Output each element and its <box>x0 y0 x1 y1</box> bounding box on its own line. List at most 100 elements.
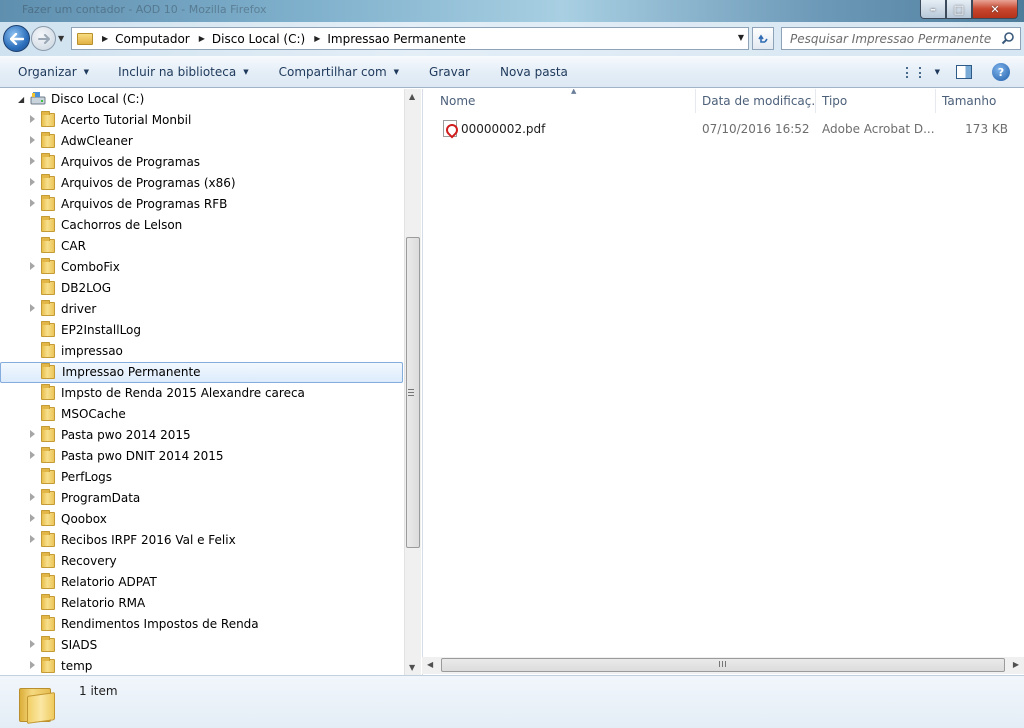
refresh-button[interactable] <box>752 27 774 50</box>
tree-item[interactable]: CAR <box>0 236 403 257</box>
title-bar: Fazer um contador - AOD 10 - Mozilla Fir… <box>0 0 1024 22</box>
tree-item-label: DB2LOG <box>61 281 112 295</box>
breadcrumb: ▶ Computador ▶ Disco Local (C:) ▶ Impres… <box>93 32 466 46</box>
share-with-button[interactable]: Compartilhar com ▼ <box>271 60 407 84</box>
maximize-button[interactable]: □ <box>946 0 972 19</box>
expand-icon[interactable] <box>30 451 35 459</box>
navigation-pane-scrollbar[interactable]: ▲ ▼ <box>404 89 421 675</box>
burn-button[interactable]: Gravar <box>421 60 478 84</box>
scroll-right-icon[interactable]: ▶ <box>1013 660 1019 669</box>
breadcrumb-disk[interactable]: Disco Local (C:) <box>212 32 305 46</box>
tree-item[interactable]: Arquivos de Programas RFB <box>0 194 403 215</box>
address-dropdown-icon[interactable]: ▼ <box>738 33 744 42</box>
tree-item[interactable]: Cachorros de Lelson <box>0 215 403 236</box>
expand-icon[interactable] <box>30 262 35 270</box>
include-library-button[interactable]: Incluir na biblioteca ▼ <box>110 60 257 84</box>
expand-icon[interactable] <box>30 157 35 165</box>
tree-item[interactable]: PerfLogs <box>0 467 403 488</box>
breadcrumb-separator-icon[interactable]: ▶ <box>314 34 320 43</box>
search-icon[interactable] <box>1001 31 1015 45</box>
tree-item[interactable]: AdwCleaner <box>0 131 403 152</box>
item-count: 1 item <box>79 684 118 698</box>
expand-icon[interactable] <box>30 514 35 522</box>
tree-item[interactable]: Impsto de Renda 2015 Alexandre careca <box>0 383 403 404</box>
tree-item[interactable]: Relatorio ADPAT <box>0 572 403 593</box>
folder-icon <box>41 468 55 484</box>
tree-item[interactable]: DB2LOG <box>0 278 403 299</box>
tree-item[interactable]: Pasta pwo DNIT 2014 2015 <box>0 446 403 467</box>
expand-icon[interactable] <box>30 493 35 501</box>
minimize-button[interactable]: – <box>920 0 946 19</box>
tree-item[interactable]: Pasta pwo 2014 2015 <box>0 425 403 446</box>
tree-item[interactable]: Arquivos de Programas (x86) <box>0 173 403 194</box>
tree-item[interactable]: impressao <box>0 341 403 362</box>
tree-item[interactable]: ComboFix <box>0 257 403 278</box>
expand-icon[interactable] <box>30 178 35 186</box>
folder-icon <box>41 636 55 652</box>
file-name: 00000002.pdf <box>461 122 546 136</box>
collapse-icon[interactable]: ◢ <box>18 95 24 104</box>
chevron-down-icon: ▼ <box>83 67 90 76</box>
column-header-label: Tipo <box>822 94 848 108</box>
tree-item[interactable]: Acerto Tutorial Monbil <box>0 110 403 131</box>
organize-button[interactable]: Organizar ▼ <box>10 60 97 84</box>
address-bar[interactable]: ▶ Computador ▶ Disco Local (C:) ▶ Impres… <box>71 27 749 50</box>
folder-icon <box>41 279 55 295</box>
scroll-up-icon[interactable]: ▲ <box>409 92 415 101</box>
tree-item[interactable]: driver <box>0 299 403 320</box>
tree-item-label: Arquivos de Programas RFB <box>61 197 228 211</box>
breadcrumb-current-folder[interactable]: Impressao Permanente <box>327 32 466 46</box>
column-header-size[interactable]: Tamanho <box>936 89 1016 113</box>
new-folder-button[interactable]: Nova pasta <box>492 60 576 84</box>
close-button[interactable]: ✕ <box>972 0 1018 19</box>
tree-item[interactable]: Arquivos de Programas <box>0 152 403 173</box>
preview-pane-button[interactable] <box>956 65 972 79</box>
expand-icon[interactable] <box>30 640 35 648</box>
expand-icon[interactable] <box>30 535 35 543</box>
tree-item[interactable]: Qoobox <box>0 509 403 530</box>
search-input[interactable] <box>782 28 992 49</box>
view-icon <box>905 66 921 78</box>
tree-item[interactable]: Recovery <box>0 551 403 572</box>
expand-icon[interactable] <box>30 304 35 312</box>
folder-icon <box>41 657 55 673</box>
file-list-scrollbar[interactable]: ◀ ▶ <box>422 657 1024 674</box>
breadcrumb-separator-icon[interactable]: ▶ <box>102 34 108 43</box>
breadcrumb-computer[interactable]: Computador <box>115 32 190 46</box>
folder-front <box>27 692 55 724</box>
column-header-date[interactable]: Data de modificaç... <box>696 89 816 113</box>
expand-icon[interactable] <box>30 661 35 669</box>
tree-item[interactable]: Recibos IRPF 2016 Val e Felix <box>0 530 403 551</box>
expand-icon[interactable] <box>30 199 35 207</box>
help-button[interactable]: ? <box>992 63 1010 81</box>
tree-item[interactable]: Relatorio RMA <box>0 593 403 614</box>
tree-item[interactable]: SIADS <box>0 635 403 656</box>
tree-item[interactable]: Rendimentos Impostos de Renda <box>0 614 403 635</box>
change-view-button[interactable]: ▼ <box>905 66 940 78</box>
tree-item[interactable]: ProgramData <box>0 488 403 509</box>
back-button[interactable] <box>3 25 30 52</box>
tree-item-disco-local[interactable]: ◢ Disco Local (C:) <box>0 89 405 110</box>
column-header-name[interactable]: Nome ▲ <box>434 89 696 113</box>
tree-item-label: Impsto de Renda 2015 Alexandre careca <box>61 386 305 400</box>
breadcrumb-separator-icon[interactable]: ▶ <box>199 34 205 43</box>
scroll-down-icon[interactable]: ▼ <box>409 663 415 672</box>
tree-item-label: Pasta pwo DNIT 2014 2015 <box>61 449 224 463</box>
forward-button[interactable] <box>31 26 56 51</box>
expand-icon[interactable] <box>30 136 35 144</box>
tree-item[interactable]: temp <box>0 656 403 675</box>
tree-item-label: Arquivos de Programas (x86) <box>61 176 236 190</box>
recent-pages-dropdown[interactable]: ▼ <box>58 34 68 44</box>
tree-item[interactable]: EP2InstallLog <box>0 320 403 341</box>
tree-item[interactable]: Impressao Permanente <box>0 362 403 383</box>
folder-icon <box>41 321 55 337</box>
tree-item[interactable]: MSOCache <box>0 404 403 425</box>
column-header-type[interactable]: Tipo <box>816 89 936 113</box>
expand-icon[interactable] <box>30 115 35 123</box>
folder-icon <box>41 447 55 463</box>
expand-icon[interactable] <box>30 430 35 438</box>
file-row[interactable]: 00000002.pdf 07/10/2016 16:52 Adobe Acro… <box>440 119 1010 139</box>
folder-icon <box>41 132 55 148</box>
folder-icon <box>41 489 55 505</box>
scroll-left-icon[interactable]: ◀ <box>427 660 433 669</box>
